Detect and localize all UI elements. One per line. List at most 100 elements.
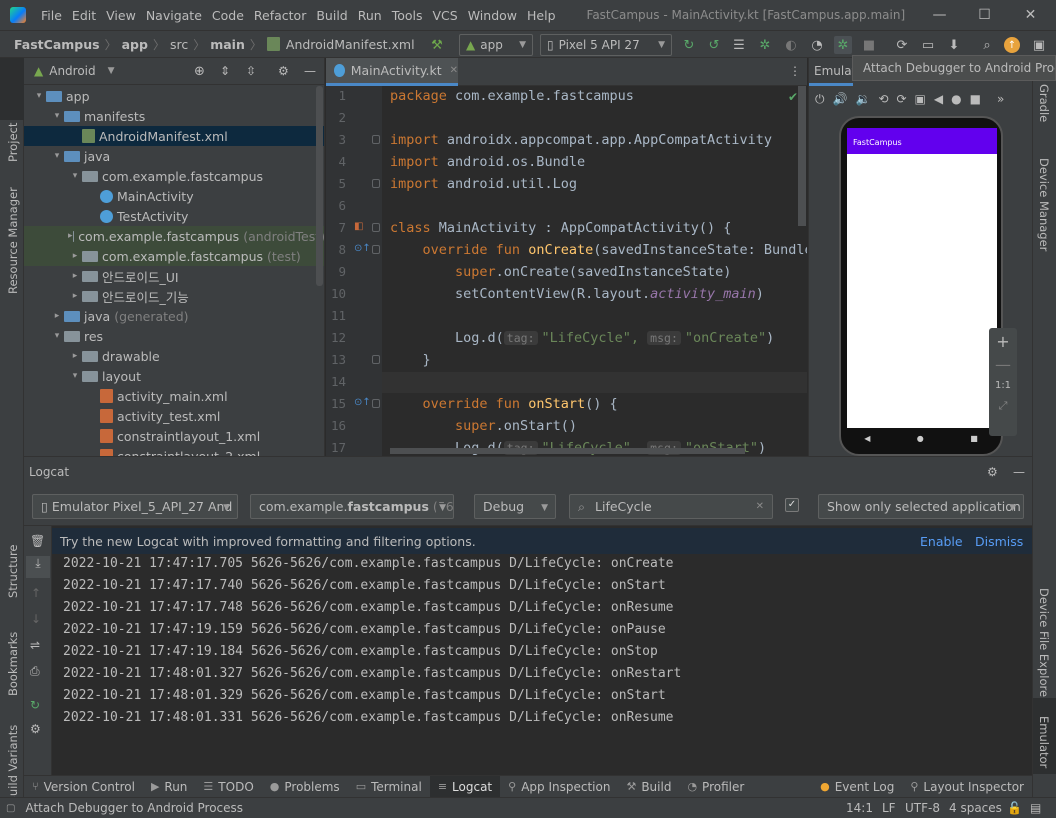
chevron-down-icon[interactable]: ▼ [108, 66, 115, 76]
run-config-select[interactable]: ▲ app ▼ [459, 34, 533, 56]
home-icon[interactable]: ● [951, 92, 961, 106]
apply-changes-icon[interactable]: ↻ [680, 36, 698, 54]
print-icon[interactable]: ⎙ [30, 664, 40, 679]
phone-back-icon[interactable]: ◀ [864, 434, 870, 443]
toggle-tool-windows-icon[interactable]: ▢ [6, 803, 15, 814]
more-chevron-icon[interactable]: » [997, 92, 1004, 106]
breadcrumb-src[interactable]: src [168, 37, 190, 52]
build-variants-tab[interactable]: Build Variants [6, 725, 20, 804]
profiler-icon[interactable]: ◔ [808, 36, 826, 54]
logcat-device-select[interactable]: ▯ Emulator Pixel_5_API_27 And ▼ [32, 494, 238, 519]
phone-recent-icon[interactable]: ■ [970, 434, 978, 443]
tree-item[interactable]: constraintlayout_2.xml [24, 446, 324, 456]
rotate-left-icon[interactable]: ⟲ [878, 92, 888, 106]
gear-icon[interactable]: ⚙ [278, 64, 289, 78]
power-icon[interactable]: ⏻ [815, 92, 825, 107]
menu-code[interactable]: Code [207, 8, 249, 23]
indent-setting[interactable]: 4 spaces [949, 801, 1002, 815]
project-view-select[interactable]: Android [49, 64, 95, 78]
menu-view[interactable]: View [101, 8, 141, 23]
tree-item[interactable]: ▸ 안드로이드_기능 [24, 286, 324, 306]
maximize-button[interactable]: ☐ [962, 0, 1007, 30]
tree-item[interactable]: ▾ layout [24, 366, 324, 386]
gradle-tab[interactable]: Gradle [1037, 84, 1051, 122]
breadcrumb-project[interactable]: FastCampus [12, 37, 102, 52]
regex-checkbox[interactable]: ✓ [785, 498, 799, 512]
caret-position[interactable]: 14:1 [846, 801, 873, 815]
back-icon[interactable]: ◀ [934, 92, 943, 106]
tab-logcat[interactable]: ≡ Logcat [429, 775, 501, 798]
fold-icon[interactable] [372, 399, 380, 408]
tab-version-control[interactable]: ⑂ Version Control [24, 776, 143, 798]
zoom-actual-button[interactable]: 1:1 [989, 374, 1017, 391]
tree-item[interactable]: ▸ drawable [24, 346, 324, 366]
breadcrumb-file[interactable]: AndroidManifest.xml [284, 37, 417, 52]
tab-layout-inspector[interactable]: ⚲ Layout Inspector [902, 776, 1032, 798]
tree-item[interactable]: ▸ com.example.fastcampus (androidTest) [24, 226, 324, 246]
update-icon[interactable]: ↑ [1004, 37, 1020, 53]
log-level-select[interactable]: Debug ▼ [474, 494, 556, 519]
memory-icon[interactable]: ▤ [1030, 801, 1041, 815]
scroll-to-end-icon[interactable]: ⤓ [26, 556, 50, 578]
hammer-icon[interactable]: ⚒ [428, 36, 446, 54]
expand-arrow-icon[interactable]: ▾ [32, 91, 46, 101]
expand-arrow-icon[interactable]: ▾ [50, 111, 64, 121]
breadcrumb-main[interactable]: main [208, 37, 247, 52]
file-encoding[interactable]: UTF-8 [905, 801, 940, 815]
sdk-manager-icon[interactable]: ⬇ [945, 36, 963, 54]
tree-item[interactable]: activity_main.xml [24, 386, 324, 406]
override-marker-icon[interactable]: ⊙↑ [354, 243, 371, 254]
enable-link[interactable]: Enable [920, 534, 963, 549]
menu-window[interactable]: Window [463, 8, 522, 23]
menu-help[interactable]: Help [522, 8, 561, 23]
tab-profiler[interactable]: ◔ Profiler [679, 776, 752, 798]
logcat-filter-select[interactable]: Show only selected application ▼ [818, 494, 1024, 519]
camera-icon[interactable]: ▣ [915, 92, 926, 106]
collapse-all-icon[interactable]: ⇳ [246, 64, 256, 78]
tab-build[interactable]: ⚒ Build [618, 776, 679, 798]
tab-event-log[interactable]: ● Event Log [812, 776, 902, 798]
tree-scrollbar[interactable] [316, 86, 323, 286]
menu-navigate[interactable]: Navigate [141, 8, 207, 23]
down-arrow-icon[interactable]: ↓ [31, 612, 41, 626]
tab-todo[interactable]: ☰ TODO [195, 776, 261, 798]
menu-run[interactable]: Run [353, 8, 387, 23]
restart-icon[interactable]: ↻ [30, 698, 40, 712]
settings-icon[interactable]: ▣ [1030, 36, 1048, 54]
device-manager-icon[interactable]: ▭ [919, 36, 937, 54]
emulator-tab[interactable]: Emulator [1037, 716, 1051, 768]
device-select[interactable]: ▯ Pixel 5 API 27 ▼ [540, 34, 672, 56]
expand-arrow-icon[interactable]: ▸ [68, 271, 82, 281]
menu-vcs[interactable]: VCS [428, 8, 463, 23]
logcat-output[interactable]: 2022-10-21 17:47:17.705 5626-5626/com.ex… [52, 554, 1032, 775]
bookmarks-tab[interactable]: Bookmarks [6, 632, 20, 696]
tab-problems[interactable]: ● Problems [262, 776, 348, 798]
expand-arrow-icon[interactable]: ▸ [50, 311, 64, 321]
tree-item[interactable]: TestActivity [24, 206, 324, 226]
logcat-search-input[interactable]: ⌕ LifeCycle ✕ [569, 494, 773, 519]
apply-code-changes-icon[interactable]: ↺ [705, 36, 723, 54]
tree-item[interactable]: ▸ com.example.fastcampus (test) [24, 246, 324, 266]
list-icon[interactable]: ☰ [730, 36, 748, 54]
soft-wrap-icon[interactable]: ⇌ [30, 638, 40, 652]
menu-edit[interactable]: Edit [67, 8, 101, 23]
more-icon[interactable]: ⋮ [789, 64, 801, 78]
tree-item[interactable]: ▾ manifests [24, 106, 324, 126]
menu-file[interactable]: File [36, 8, 67, 23]
device-file-explorer-tab[interactable]: Device File Explorer [1037, 588, 1051, 702]
sync-icon[interactable]: ⟳ [893, 36, 911, 54]
device-manager-tab[interactable]: Device Manager [1037, 158, 1051, 251]
fold-icon[interactable] [372, 135, 380, 144]
tab-mainactivity[interactable]: MainActivity.kt ✕ [326, 58, 458, 86]
expand-arrow-icon[interactable]: ▸ [68, 251, 82, 261]
fold-icon[interactable] [372, 179, 380, 188]
emulator-device-tab[interactable]: Emulat [809, 58, 853, 86]
volume-up-icon[interactable]: 🔊 [833, 92, 848, 106]
menu-build[interactable]: Build [311, 8, 352, 23]
expand-arrow-icon[interactable]: ▾ [68, 171, 82, 181]
tree-item[interactable]: ▸ java (generated) [24, 306, 324, 326]
hide-icon[interactable]: — [304, 64, 316, 78]
phone-home-icon[interactable]: ● [917, 434, 924, 443]
expand-arrow-icon[interactable]: ▾ [50, 151, 64, 161]
tab-run[interactable]: ▶ Run [143, 776, 195, 798]
